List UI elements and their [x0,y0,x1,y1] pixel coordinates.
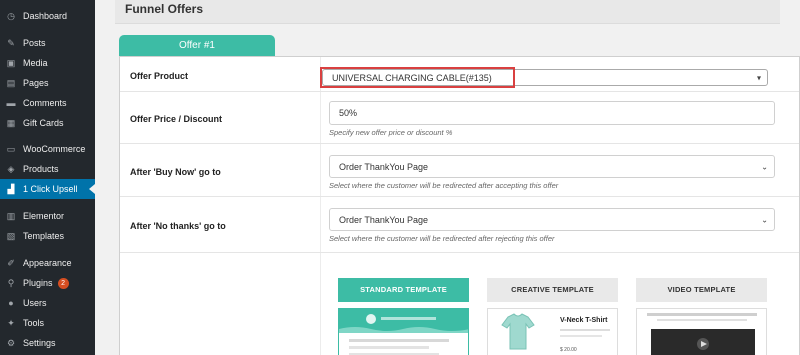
sidebar-item-label: Elementor [23,211,65,221]
offer-price-label: Offer Price / Discount [130,114,223,124]
elementor-icon: ▥ [6,210,16,221]
pages-icon: ▤ [6,77,16,88]
chevron-down-icon: ▾ [756,73,761,82]
chart-icon: ▟ [7,183,15,194]
t-shirt-icon [501,313,535,350]
preview-line [560,329,610,331]
creative-preview-price: $ 20.00 [560,347,577,353]
row-divider [120,143,799,144]
main-content: Funnel Offers Offer #1 Offer Product UNI… [95,0,800,355]
row-divider [120,252,799,253]
sidebar-item-label: 1 Click Upsell [23,184,78,194]
no-thanks-help: Select where the customer will be redire… [329,234,555,243]
creative-preview-title: V-Neck T-Shirt [560,317,608,324]
tab-offer-1[interactable]: Offer #1 [119,35,275,56]
preview-line [560,335,602,337]
standard-template-preview[interactable] [338,308,469,355]
sidebar-item-comments[interactable]: ▬ Comments [0,93,95,113]
sidebar-item-products[interactable]: ◈ Products [0,159,95,179]
standard-preview-art [339,309,468,355]
page-title: Funnel Offers [125,2,204,16]
brush-icon: ✐ [7,257,15,268]
templates-icon: ▧ [6,230,16,241]
no-thanks-select[interactable]: Order ThankYou Page ⌄ [329,208,775,231]
sidebar-item-media[interactable]: ▣ Media [0,53,95,73]
sidebar-item-1-click-upsell[interactable]: ▟ 1 Click Upsell [0,179,95,199]
sidebar-item-label: Settings [23,338,56,348]
plugin-icon: ⚲ [7,277,15,288]
sidebar-item-label: Pages [23,78,49,88]
sidebar-item-label: Users [23,298,47,308]
sidebar-item-templates[interactable]: ▧ Templates [0,226,95,246]
sidebar-item-label: Templates [23,231,65,241]
sidebar-item-label: Appearance [23,258,72,268]
sidebar-item-label: Tools [23,318,45,328]
sidebar-item-appearance[interactable]: ✐ Appearance [0,253,95,273]
sidebar-item-label: Comments [23,98,67,108]
sidebar-item-label: Gift Cards [23,118,64,128]
buy-now-value: Order ThankYou Page [339,161,429,172]
buy-now-select[interactable]: Order ThankYou Page ⌄ [329,155,775,178]
pin-icon: ✎ [7,37,15,48]
row-divider [120,196,799,197]
admin-sidebar: ◷ Dashboard ✎ Posts ▣ Media ▤ Pages ▬ Comments ▦ Gi… [0,0,95,355]
standard-template-button[interactable]: STANDARD TEMPLATE [338,278,469,302]
offer-panel: Offer Product UNIVERSAL CHARGING CABLE(#… [119,56,800,355]
video-template-preview[interactable] [636,308,767,355]
update-count-badge: 2 [57,277,69,289]
products-icon: ◈ [7,163,15,174]
sidebar-item-label: Plugins [23,278,53,288]
sidebar-item-elementor[interactable]: ▥ Elementor [0,206,95,226]
sidebar-item-plugins[interactable]: ⚲ Plugins 2 [0,273,95,293]
sidebar-item-label: Products [23,164,59,174]
sidebar-item-users[interactable]: ● Users [0,293,95,313]
sidebar-item-dashboard[interactable]: ◷ Dashboard [0,6,95,26]
woocommerce-icon: ▭ [6,143,16,154]
offer-price-help: Specify new offer price or discount % [329,128,453,137]
sidebar-item-pages[interactable]: ▤ Pages [0,73,95,93]
column-divider [320,57,321,355]
sidebar-item-label: Media [23,58,48,68]
video-preview-art [647,313,757,355]
sidebar-item-label: Dashboard [23,11,68,21]
chevron-down-icon: ⌄ [761,215,768,224]
gift-card-icon: ▦ [6,117,16,128]
sidebar-item-settings[interactable]: ⚙ Settings [0,333,95,353]
buy-now-label: After 'Buy Now' go to [130,167,221,177]
buy-now-help: Select where the customer will be redire… [329,181,559,190]
sidebar-item-label: Posts [23,38,46,48]
highlight-box [320,67,515,88]
sidebar-item-posts[interactable]: ✎ Posts [0,33,95,53]
no-thanks-value: Order ThankYou Page [339,214,429,225]
chevron-down-icon: ⌄ [761,162,768,171]
sidebar-item-label: WooCommerce [23,144,86,154]
offer-price-value: 50% [339,108,358,118]
offer-price-input[interactable]: 50% [329,101,775,125]
row-divider [120,91,799,92]
no-thanks-label: After 'No thanks' go to [130,221,226,231]
dashboard-icon: ◷ [7,10,15,21]
creative-template-preview[interactable]: V-Neck T-Shirt $ 20.00 [487,308,618,355]
funnel-header: Funnel Offers [115,0,780,24]
media-icon: ▣ [6,57,16,68]
video-template-button[interactable]: VIDEO TEMPLATE [636,278,767,302]
settings-icon: ⚙ [6,337,16,348]
user-icon: ● [8,298,14,308]
creative-template-button[interactable]: CREATIVE TEMPLATE [487,278,618,302]
sidebar-item-woocommerce[interactable]: ▭ WooCommerce [0,139,95,159]
sidebar-item-tools[interactable]: ✦ Tools [0,313,95,333]
offer-product-label: Offer Product [130,71,189,81]
comments-icon: ▬ [6,98,16,108]
sidebar-item-gift-cards[interactable]: ▦ Gift Cards [0,113,95,133]
wrench-icon: ✦ [7,317,15,328]
